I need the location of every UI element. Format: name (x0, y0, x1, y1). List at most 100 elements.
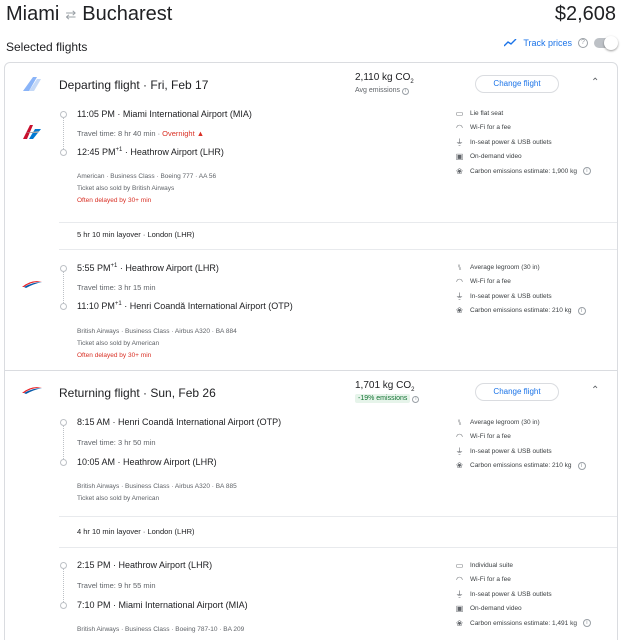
warning-icon: ▲ (196, 129, 205, 138)
amenity-label: In-seat power & USB outlets (470, 447, 552, 455)
track-prices-toggle[interactable] (594, 36, 618, 50)
leg-line (63, 566, 64, 604)
arr-time: 10:05 AM (77, 457, 116, 467)
arr-airport: Heathrow Airport (LHR) (130, 147, 224, 157)
divider (59, 547, 617, 548)
emissions-label: Avg emissions (355, 87, 401, 94)
divider (59, 222, 617, 223)
change-returning-button[interactable]: Change flight (475, 383, 559, 401)
dep-airport: Miami International Airport (MIA) (122, 109, 252, 119)
flights-card: Departing flight · Fri, Feb 17 2,110 kg … (4, 62, 618, 640)
video-icon: ▣ (455, 604, 464, 614)
amenity-row: ⑊ Average legroom (30 in) (455, 415, 615, 430)
arr-day-offset: +1 (115, 147, 123, 153)
flight-departure-icon (23, 77, 41, 91)
wifi-icon: ◠ (456, 123, 463, 133)
departing-title: Departing flight · Fri, Feb 17 (59, 78, 209, 92)
departure-dot (60, 419, 67, 426)
leg1-departure: 11:05 PM · Miami International Airport (… (77, 109, 252, 119)
returning-header: Returning flight · Sun, Feb 26 1,701 kg … (5, 371, 617, 419)
leg1-amenities: ▭ Lie flat seat ◠ Wi-Fi for a fee ⏚ In-seat… (455, 106, 615, 179)
amenity-row: ◠ Wi-Fi for a fee (455, 430, 615, 445)
info-icon[interactable]: i (401, 88, 409, 95)
co2-sub: 2 (410, 79, 414, 85)
info-icon[interactable]: i (582, 619, 591, 628)
amenity-row: ⑊ Average legroom (30 in) (455, 260, 615, 275)
co2-icon: ❀ (456, 306, 463, 316)
amenity-row: ❀ Carbon emissions estimate: 210 kg i (455, 459, 615, 474)
legroom-icon: ⑊ (457, 417, 462, 427)
ret-leg1-sold-by: Ticket also sold by American (77, 495, 160, 502)
dep-time: 2:15 PM (77, 560, 111, 570)
amenity-row: ▭ Lie flat seat (455, 106, 615, 121)
help-icon[interactable]: ? (578, 38, 588, 48)
divider (59, 249, 617, 250)
swap-icon[interactable]: ⇄ (65, 7, 76, 23)
amenity-label: Wi-Fi for a fee (470, 576, 511, 584)
leg2-sold-by: Ticket also sold by American (77, 340, 160, 347)
amenity-label: Wi-Fi for a fee (470, 278, 511, 286)
arr-airport: Miami International Airport (MIA) (118, 600, 248, 610)
dep-airport: Heathrow Airport (LHR) (125, 263, 219, 273)
departing-layover: 5 hr 10 min layover · London (LHR) (77, 230, 195, 239)
ret-leg2-departure: 2:15 PM · Heathrow Airport (LHR) (77, 560, 213, 570)
power-icon: ⏚ (455, 446, 464, 456)
leg2-travel-time: Travel time: 3 hr 15 min (77, 283, 156, 292)
video-icon: ▣ (455, 152, 464, 162)
departure-dot (60, 562, 67, 569)
amenity-label: Wi-Fi for a fee (470, 124, 511, 132)
arrival-dot (60, 303, 67, 310)
arr-day-offset: +1 (114, 301, 122, 307)
info-icon[interactable]: i (577, 461, 586, 470)
toggle-knob (604, 36, 618, 50)
departure-dot (60, 111, 67, 118)
amenity-label: Carbon emissions estimate: 210 kg (470, 307, 572, 315)
leg2-details: British Airways · Business Class · Airbu… (77, 328, 237, 335)
trend-icon (504, 39, 517, 47)
info-icon[interactable]: i (412, 396, 420, 403)
ret-leg1-amenities: ⑊ Average legroom (30 in) ◠ Wi-Fi for a fe… (455, 415, 615, 473)
american-airlines-logo (23, 125, 41, 139)
leg1-details: American · Business Class · Boeing 777 ·… (77, 173, 217, 180)
amenity-label: In-seat power & USB outlets (470, 590, 552, 598)
ret-leg1-travel-time: Travel time: 3 hr 50 min (77, 438, 156, 447)
amenity-row: ◠ Wi-Fi for a fee (455, 573, 615, 588)
amenity-row: ❀ Carbon emissions estimate: 1,900 kg i (455, 164, 615, 179)
destination-city: Bucharest (82, 3, 173, 25)
info-icon[interactable]: i (577, 306, 586, 315)
leg2-arrival: 11:10 PM+1 · Henri Coandă International … (77, 301, 293, 311)
amenity-row: ▣ On-demand video (455, 602, 615, 617)
amenity-label: On-demand video (470, 605, 522, 613)
suite-icon: ▭ (455, 560, 464, 570)
amenity-label: Individual suite (470, 561, 513, 569)
leg2-delay: Often delayed by 30+ min (77, 352, 152, 359)
divider (59, 516, 617, 517)
emissions-badge: -19% emissions (355, 394, 411, 403)
selected-flights-label: Selected flights (6, 40, 88, 54)
track-prices[interactable]: Track prices ? (504, 36, 618, 50)
collapse-returning-icon[interactable]: ⌃ (591, 385, 599, 396)
co2-value: 1,701 kg CO (355, 380, 412, 391)
co2-icon: ❀ (456, 618, 463, 628)
change-departing-button[interactable]: Change flight (475, 75, 559, 93)
amenity-label: On-demand video (470, 153, 522, 161)
amenity-row: ⏚ In-seat power & USB outlets (455, 587, 615, 602)
collapse-departing-icon[interactable]: ⌃ (591, 77, 599, 88)
dep-airport: Heathrow Airport (LHR) (118, 560, 213, 570)
leg-line (63, 423, 64, 461)
ret-leg2-travel-time: Travel time: 9 hr 55 min (77, 581, 156, 590)
amenity-label: Carbon emissions estimate: 1,491 kg (470, 619, 577, 627)
arrival-dot (60, 602, 67, 609)
amenity-row: ▭ Individual suite (455, 558, 615, 573)
header: Miami ⇄ Bucharest $2,608 (0, 0, 628, 36)
ret-leg1-details: British Airways · Business Class · Airbu… (77, 483, 237, 490)
amenity-label: In-seat power & USB outlets (470, 292, 552, 300)
arr-time: 7:10 PM (77, 600, 111, 610)
amenity-row: ◠ Wi-Fi for a fee (455, 121, 615, 136)
amenity-row: ❀ Carbon emissions estimate: 1,491 kg i (455, 616, 615, 631)
ret-leg2-arrival: 7:10 PM · Miami International Airport (M… (77, 600, 248, 610)
info-icon[interactable]: i (582, 167, 591, 176)
amenity-label: Carbon emissions estimate: 210 kg (470, 462, 572, 470)
dep-time: 11:05 PM (77, 109, 115, 119)
travel-time: Travel time: 8 hr 40 min (77, 129, 156, 138)
